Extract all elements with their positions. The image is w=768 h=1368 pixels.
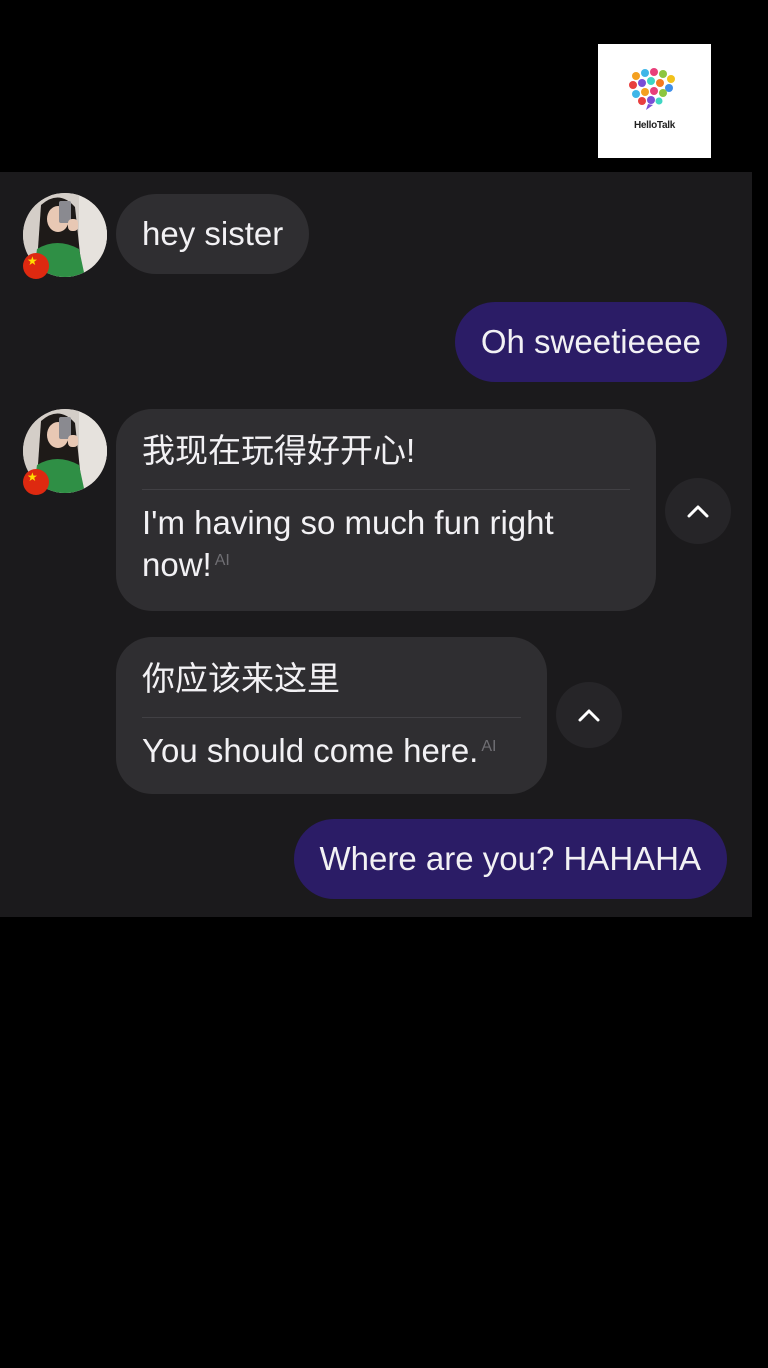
contact-avatar[interactable]: ★ [23, 193, 107, 279]
hellotalk-wordmark: HelloTalk [633, 120, 676, 131]
message-bubble-translated[interactable]: 我现在玩得好开心! I'm having so much fun right n… [116, 409, 656, 611]
message-text: hey sister [142, 215, 284, 252]
message-text: Where are you? HAHAHA [319, 840, 701, 877]
translation-text: You should come here. [142, 732, 479, 769]
china-flag-icon: ★ [23, 253, 49, 279]
message-bubble-incoming[interactable]: hey sister [116, 194, 310, 274]
message-original-text: 我现在玩得好开心! [142, 432, 416, 469]
hellotalk-logo-icon [629, 68, 675, 110]
chat-panel[interactable]: ★ hey sister Oh sweetieeee ★ 我现在玩得好开心! I… [0, 172, 752, 917]
china-flag-icon: ★ [23, 469, 49, 495]
translation-text: I'm having so much fun right now! [142, 504, 554, 583]
ai-badge: AI [214, 552, 230, 569]
collapse-translation-button[interactable] [665, 478, 731, 544]
message-translation: You should come here. AI [142, 730, 521, 772]
chevron-up-icon [578, 709, 600, 722]
message-bubble-translated[interactable]: 你应该来这里 You should come here. AI [116, 637, 547, 794]
message-translation: I'm having so much fun right now! AI [142, 502, 630, 586]
hellotalk-logo: HelloTalk [598, 44, 711, 158]
contact-avatar[interactable]: ★ [23, 409, 107, 495]
message-original-text: 你应该来这里 [142, 660, 340, 697]
chevron-up-icon [687, 505, 709, 518]
translation-divider [142, 489, 630, 490]
translation-divider [142, 717, 521, 718]
collapse-translation-button[interactable] [556, 682, 622, 748]
message-text: Oh sweetieeee [480, 323, 701, 360]
ai-badge: AI [481, 738, 497, 755]
message-bubble-outgoing[interactable]: Oh sweetieeee [454, 302, 727, 382]
message-bubble-outgoing[interactable]: Where are you? HAHAHA [293, 819, 727, 899]
